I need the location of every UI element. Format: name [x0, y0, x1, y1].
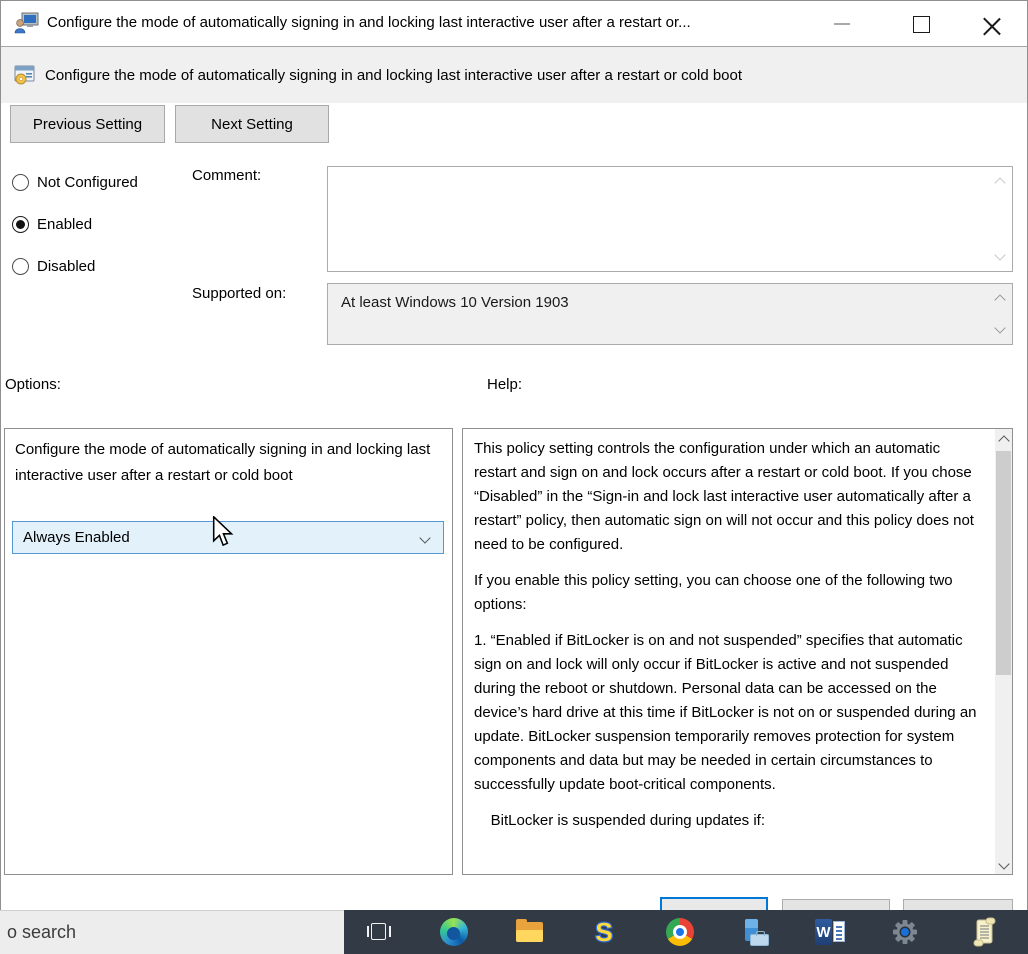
help-paragraph: This policy setting controls the configu… [474, 437, 980, 557]
maximize-icon [913, 16, 930, 33]
scroll-up-button[interactable] [995, 429, 1012, 447]
file-explorer-button[interactable] [509, 910, 549, 954]
comment-label: Comment: [192, 167, 261, 184]
word-icon: W [815, 919, 845, 945]
chrome-icon [666, 918, 694, 946]
close-icon [983, 16, 1000, 33]
edge-icon [440, 918, 468, 946]
comment-textarea[interactable] [327, 166, 1013, 272]
scroll-up-icon [994, 294, 1005, 305]
option-description: Configure the mode of automatically sign… [15, 437, 439, 489]
help-text: This policy setting controls the configu… [474, 437, 980, 845]
radio-circle [12, 258, 29, 275]
scroll-down-button[interactable] [995, 856, 1012, 874]
chevron-down-icon [419, 532, 430, 543]
help-paragraph: 1. “Enabled if BitLocker is on and not s… [474, 629, 980, 797]
mouse-cursor [212, 516, 234, 547]
s-app-icon: S [590, 918, 618, 946]
settings-gear-icon [891, 918, 919, 946]
close-button[interactable] [969, 1, 1013, 46]
file-explorer-icon [516, 922, 543, 942]
help-panel: This policy setting controls the configu… [462, 428, 1013, 875]
svg-text:S: S [595, 918, 612, 946]
next-setting-button[interactable]: Next Setting [175, 105, 329, 143]
edge-button[interactable] [434, 910, 474, 954]
help-paragraph: If you enable this policy setting, you c… [474, 569, 980, 617]
scroll-down-icon [994, 249, 1005, 260]
supported-on-label: Supported on: [192, 285, 286, 302]
supported-on-box: At least Windows 10 Version 1903 [327, 283, 1013, 345]
help-section-label: Help: [487, 376, 522, 393]
search-text: o search [7, 922, 76, 943]
options-panel: Configure the mode of automatically sign… [4, 428, 453, 875]
supported-on-value: At least Windows 10 Version 1903 [341, 294, 569, 311]
maximize-button[interactable] [899, 1, 943, 46]
radio-circle-selected [12, 216, 29, 233]
taskbar-dark-area: S W [344, 910, 1028, 954]
chrome-button[interactable] [660, 910, 700, 954]
minimize-button[interactable] [824, 1, 868, 46]
taskbar: o search S [0, 910, 1028, 954]
radio-circle [12, 174, 29, 191]
group-policy-setting-dialog: Configure the mode of automatically sign… [0, 0, 1028, 954]
word-button[interactable]: W [810, 910, 850, 954]
s-app-button[interactable]: S [584, 910, 624, 954]
previous-setting-button[interactable]: Previous Setting [10, 105, 165, 143]
scroll-up-icon [994, 177, 1005, 188]
radio-label: Disabled [37, 258, 95, 275]
briefcase-app-icon [741, 919, 769, 946]
settings-button[interactable] [885, 910, 925, 954]
help-scrollbar[interactable] [995, 429, 1012, 874]
group-policy-scroll-icon [973, 917, 997, 947]
radio-enabled[interactable]: Enabled [12, 216, 92, 233]
task-view-button[interactable] [359, 910, 399, 954]
group-policy-editor-button[interactable] [965, 910, 1005, 954]
chevron-down-icon [998, 858, 1009, 869]
radio-disabled[interactable]: Disabled [12, 258, 95, 275]
scroll-down-icon [994, 322, 1005, 333]
title-bar: Configure the mode of automatically sign… [1, 1, 1027, 47]
policy-user-monitor-icon [14, 11, 40, 37]
minimize-icon [834, 23, 850, 25]
setting-title: Configure the mode of automatically sign… [45, 67, 742, 84]
policy-setting-icon [14, 64, 36, 86]
dropdown-selected-value: Always Enabled [23, 529, 130, 546]
briefcase-app-button[interactable] [735, 910, 775, 954]
radio-label: Enabled [37, 216, 92, 233]
radio-label: Not Configured [37, 174, 138, 191]
scrollbar-thumb[interactable] [996, 451, 1011, 675]
chevron-up-icon [998, 435, 1009, 446]
setting-header-band: Configure the mode of automatically sign… [1, 47, 1027, 103]
options-section-label: Options: [5, 376, 61, 393]
taskbar-search[interactable]: o search [0, 910, 344, 954]
help-paragraph: BitLocker is suspended during updates if… [474, 809, 980, 833]
radio-not-configured[interactable]: Not Configured [12, 174, 138, 191]
task-view-icon [367, 922, 391, 942]
window-title: Configure the mode of automatically sign… [47, 14, 691, 31]
